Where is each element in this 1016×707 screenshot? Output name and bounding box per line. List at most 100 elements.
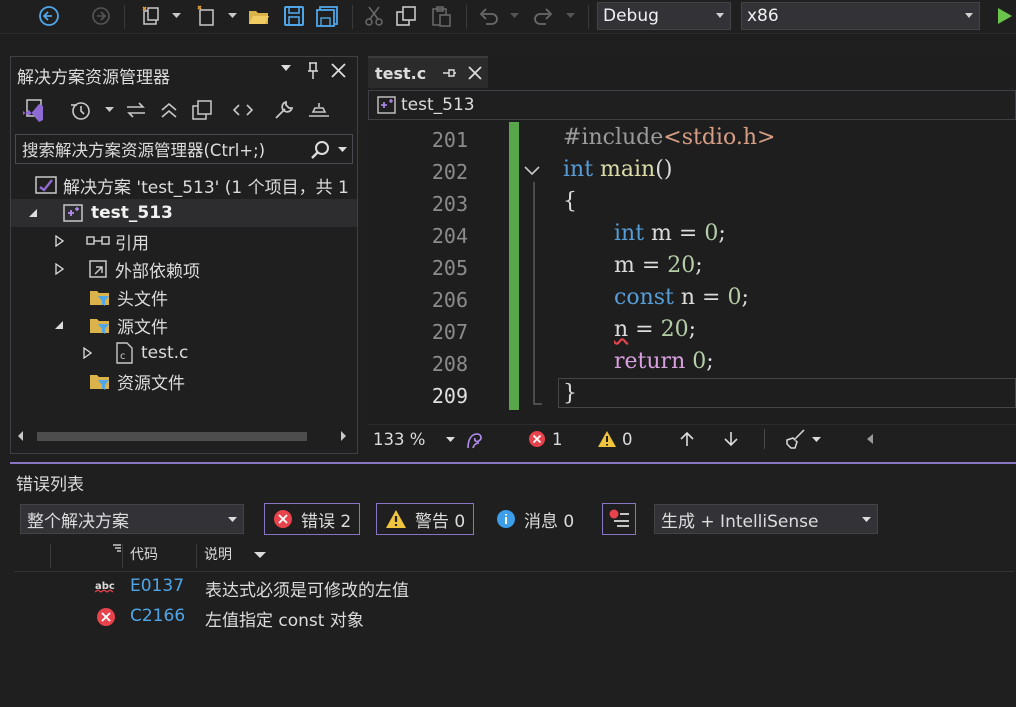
tree-item-external-deps[interactable]: 外部依赖项: [51, 255, 200, 283]
chevron-down-icon[interactable]: [105, 107, 114, 113]
error-icon[interactable]: [528, 430, 546, 448]
editor-navigation-bar[interactable]: test_513: [368, 90, 1016, 120]
code-line[interactable]: #include<stdio.h>: [563, 122, 775, 154]
new-file-icon[interactable]: [194, 3, 218, 29]
line-number: 202: [431, 160, 468, 184]
chevron-down-icon[interactable]: [812, 437, 821, 443]
configuration-value: Debug: [603, 6, 659, 26]
properties-wrench-icon[interactable]: [273, 99, 295, 121]
chevron-down-icon[interactable]: [170, 3, 182, 29]
configuration-select[interactable]: Debug: [597, 2, 731, 30]
scope-select[interactable]: 整个解决方案: [20, 504, 244, 534]
horizontal-scrollbar[interactable]: [15, 427, 353, 445]
chevron-down-icon[interactable]: [338, 147, 347, 153]
tree-item-source-files[interactable]: 源文件: [51, 311, 168, 339]
tree-item-header-files[interactable]: 头文件: [87, 283, 168, 311]
expanded-arrow-icon[interactable]: [51, 320, 67, 330]
messages-filter-button[interactable]: 消息 0: [496, 504, 574, 534]
external-deps-icon: [87, 259, 111, 279]
tree-item-label: test.c: [141, 343, 189, 363]
sync-icon[interactable]: [125, 101, 147, 119]
collapsed-arrow-icon[interactable]: [51, 235, 67, 247]
back-icon[interactable]: [36, 3, 62, 29]
warning-count[interactable]: 0: [622, 430, 633, 449]
cut-icon[interactable]: [362, 3, 386, 29]
code-line[interactable]: return 0;: [614, 346, 714, 378]
collapsed-arrow-icon[interactable]: [51, 263, 67, 275]
errors-filter-button[interactable]: 错误 2: [264, 503, 361, 535]
solution-search-input[interactable]: 搜索解决方案资源管理器(Ctrl+;): [15, 134, 353, 164]
code-line[interactable]: m = 20;: [614, 250, 703, 282]
view-code-icon[interactable]: [233, 102, 253, 118]
code-line-error[interactable]: n = 20;: [614, 314, 696, 346]
error-code-link[interactable]: C2166: [130, 606, 185, 626]
code-line[interactable]: const n = 0;: [614, 282, 749, 314]
solution-node[interactable]: 解决方案 'test_513' (1 个项目，共 1: [33, 171, 349, 199]
c-file-icon: c: [113, 342, 135, 364]
tree-item-references[interactable]: 引用: [51, 227, 149, 255]
collapse-all-icon[interactable]: [159, 101, 179, 119]
source-select[interactable]: 生成 + IntelliSense: [654, 504, 878, 534]
warnings-filter-button[interactable]: 警告 0: [376, 503, 475, 535]
build-filter-toggle[interactable]: [602, 503, 636, 535]
errors-filter-label: 错误 2: [301, 511, 352, 532]
tree-item-test-c[interactable]: c test.c: [79, 339, 188, 367]
code-line[interactable]: int main(): [563, 154, 672, 186]
forward-icon[interactable]: [90, 3, 112, 29]
new-project-icon[interactable]: [138, 3, 164, 29]
copy-icon[interactable]: [394, 3, 418, 29]
column-settings-icon[interactable]: [112, 544, 122, 554]
project-node[interactable]: test_513: [11, 199, 357, 227]
code-line[interactable]: int m = 0;: [614, 218, 726, 250]
open-folder-icon[interactable]: [246, 3, 272, 29]
pin-icon[interactable]: [306, 62, 320, 80]
column-header-description[interactable]: 说明: [204, 544, 232, 564]
undo-icon[interactable]: [476, 3, 502, 29]
chevron-down-icon[interactable]: [446, 437, 455, 443]
error-count[interactable]: 1: [552, 430, 563, 449]
pin-icon[interactable]: [442, 67, 457, 79]
start-debug-icon[interactable]: [992, 3, 1016, 29]
platform-select[interactable]: x86: [741, 2, 980, 30]
filter-errors-icon: [607, 508, 631, 530]
search-icon[interactable]: [310, 140, 330, 160]
collapsed-arrow-icon[interactable]: [79, 347, 95, 359]
close-icon[interactable]: [331, 63, 346, 78]
code-line[interactable]: }: [563, 378, 577, 410]
project-label: test_513: [91, 203, 173, 223]
solution-icon: [33, 174, 59, 196]
save-all-icon[interactable]: [314, 3, 340, 29]
references-icon: [85, 234, 113, 248]
code-cleanup-broom-icon[interactable]: [784, 429, 806, 449]
next-issue-icon[interactable]: [724, 431, 738, 447]
warning-icon[interactable]: [597, 430, 617, 448]
vs-solution-icon[interactable]: [21, 97, 45, 123]
expanded-arrow-icon[interactable]: [27, 208, 39, 218]
paste-icon[interactable]: [428, 3, 454, 29]
column-header-code[interactable]: 代码: [130, 544, 158, 564]
preview-icon[interactable]: [307, 100, 331, 120]
zoom-level[interactable]: 133 %: [373, 430, 425, 449]
chevron-down-icon[interactable]: [226, 3, 238, 29]
chevron-down-icon[interactable]: [508, 3, 520, 29]
error-row[interactable]: abc E0137 表达式必须是可修改的左值: [14, 572, 1014, 602]
previous-issue-icon[interactable]: [680, 431, 694, 447]
error-code-link[interactable]: E0137: [130, 576, 184, 596]
history-icon[interactable]: [69, 99, 93, 121]
sort-chevron-down-icon[interactable]: [254, 552, 266, 559]
tree-item-resource-files[interactable]: 资源文件: [87, 367, 185, 395]
scroll-left-icon[interactable]: [866, 433, 874, 445]
tab-test-c[interactable]: test.c: [368, 56, 488, 88]
intellisense-error-icon: abc: [94, 579, 118, 595]
chevron-down-icon[interactable]: [564, 3, 576, 29]
redo-icon[interactable]: [530, 3, 556, 29]
close-icon[interactable]: [468, 66, 482, 80]
tree-item-label: 头文件: [117, 289, 168, 310]
intellicode-icon[interactable]: [464, 430, 484, 450]
code-line[interactable]: {: [563, 186, 577, 218]
collapse-toggle-icon[interactable]: [524, 166, 540, 176]
save-icon[interactable]: [282, 3, 306, 29]
error-row[interactable]: C2166 左值指定 const 对象: [14, 602, 1014, 632]
show-all-files-icon[interactable]: [191, 99, 213, 121]
dropdown-icon[interactable]: [281, 65, 291, 72]
